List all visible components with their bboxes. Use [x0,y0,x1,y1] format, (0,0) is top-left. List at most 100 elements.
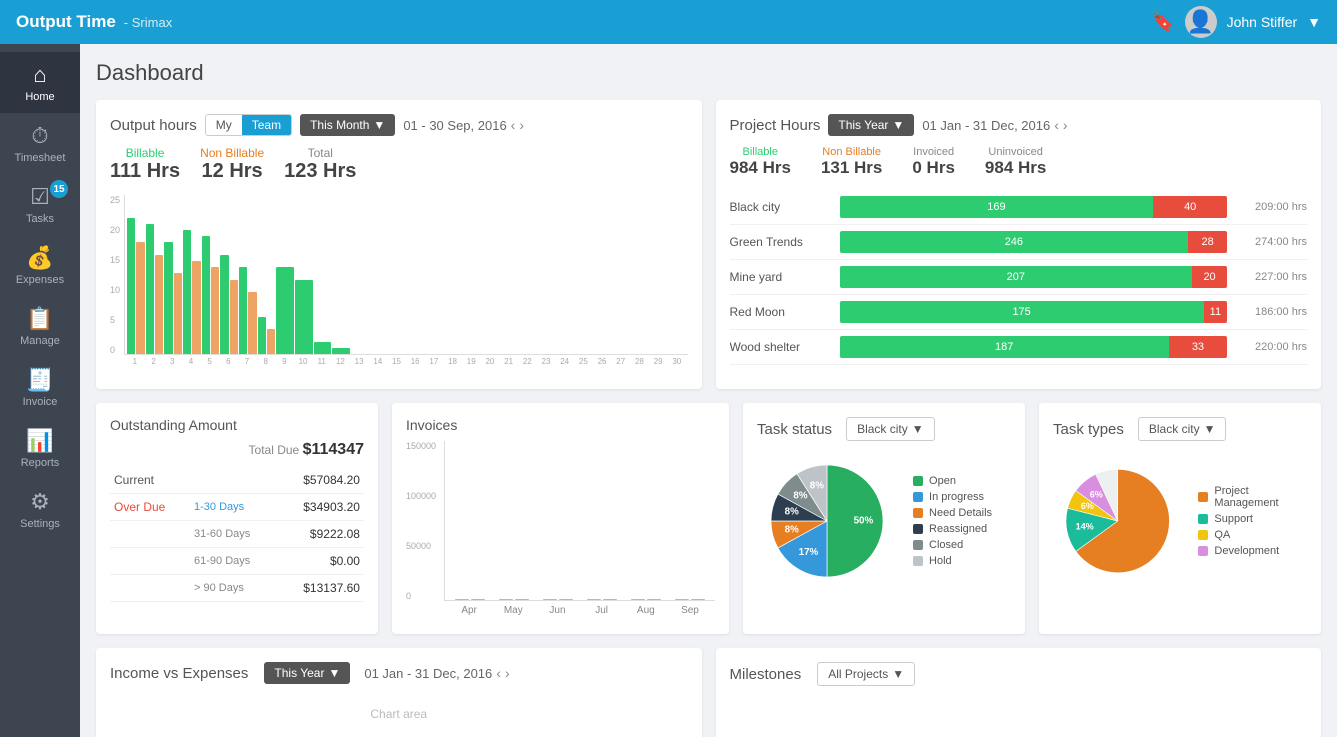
output-hours-card: Output hours My Team This Month ▼ 01 - 3… [96,100,702,389]
paid-bar [587,599,601,600]
timesheet-icon: ⏱ [31,123,48,149]
bookmark-icon[interactable]: 🔖 [1152,12,1174,33]
unpaid-bar [471,599,485,600]
unpaid-bar [515,599,529,600]
legend-label: Reassigned [929,523,987,535]
legend-item: Hold [913,555,992,567]
billable-bar: 207 [840,266,1193,288]
legend-label: Need Details [929,507,992,519]
prev-arrow[interactable]: ‹ [496,665,501,681]
project-period-dropdown[interactable]: This Year ▼ [828,114,914,136]
task-types-dropdown[interactable]: Black city ▼ [1138,417,1227,441]
project-hours-row: Black city 169 40 209:00 hrs [730,190,1308,225]
topbar-left: Output Time - Srimax [16,12,172,32]
project-hours: 186:00 hrs [1237,306,1307,318]
project-hours-row: Red Moon 175 11 186:00 hrs [730,295,1308,330]
ph-invoiced-label: Invoiced [912,146,955,158]
legend-color [1198,514,1208,524]
legend-item: Development [1198,545,1307,557]
legend-item: Open [913,475,992,487]
row-label [110,548,190,575]
legend-color [913,508,923,518]
outstanding-title: Outstanding Amount [110,417,364,433]
legend-label: Open [929,475,956,487]
income-period-dropdown[interactable]: This Year ▼ [264,662,350,684]
legend-label: Closed [929,539,963,551]
amount-value: $13137.60 [277,575,364,602]
days-label: 31-60 Days [190,521,277,548]
project-hours-list: Black city 169 40 209:00 hrs Green Trend… [730,190,1308,365]
sidebar-item-invoice[interactable]: 🧾 Invoice [0,357,80,418]
invoices-title: Invoices [406,417,715,433]
legend-color [913,492,923,502]
task-status-card: Task status Black city ▼ 50%17%8%8%8%8% … [743,403,1025,634]
pie-label: 8% [793,491,807,502]
project-name: Mine yard [730,270,830,284]
period-dropdown[interactable]: This Month ▼ [300,114,395,136]
project-bar: 207 20 [840,266,1228,288]
chevron-down-icon: ▼ [912,422,924,436]
page-title: Dashboard [96,60,1321,86]
project-name: Red Moon [730,305,830,319]
task-status-title: Task status [757,421,832,438]
sidebar-item-reports[interactable]: 📊 Reports [0,418,80,479]
billable-metric: Billable 111 Hrs [110,146,180,183]
chevron-down-icon: ▼ [892,667,904,681]
milestones-dropdown[interactable]: All Projects ▼ [817,662,915,686]
project-bar: 175 11 [840,301,1228,323]
prev-period-arrow[interactable]: ‹ [1054,117,1059,133]
days-label: 1-30 Days [190,494,277,521]
user-dropdown-icon[interactable]: ▼ [1307,14,1321,30]
outstanding-table: Current $57084.20 Over Due 1-30 Days $34… [110,467,364,602]
output-hours-header: Output hours My Team This Month ▼ 01 - 3… [110,114,688,136]
sidebar-item-expenses[interactable]: 💰 Expenses [0,235,80,296]
sidebar-item-label: Manage [20,335,60,347]
project-hours: 220:00 hrs [1237,341,1307,353]
legend-label: In progress [929,491,984,503]
app-name: Output Time [16,12,116,32]
legend-label: Project Management [1214,485,1307,509]
sidebar-item-timesheet[interactable]: ⏱ Timesheet [0,113,80,174]
settings-icon: ⚙ [30,489,50,515]
tasks-badge: 15 [50,180,68,198]
paid-bar [499,599,513,600]
legend-color [1198,546,1208,556]
username: John Stiffer [1227,14,1298,30]
sidebar-item-manage[interactable]: 📋 Manage [0,296,80,357]
task-status-dropdown[interactable]: Black city ▼ [846,417,935,441]
legend-item: In progress [913,491,992,503]
team-toggle[interactable]: Team [242,115,291,135]
outstanding-row: 61-90 Days $0.00 [110,548,364,575]
sidebar-item-settings[interactable]: ⚙ Settings [0,479,80,540]
pie-label: 8% [810,481,824,492]
topbar-right: 🔖 👤 John Stiffer ▼ [1152,6,1321,38]
my-toggle[interactable]: My [206,115,242,135]
sidebar-item-home[interactable]: ⌂ Home [0,52,80,113]
home-icon: ⌂ [33,62,46,88]
my-team-toggle[interactable]: My Team [205,114,292,136]
amount-value: $9222.08 [277,521,364,548]
next-period-arrow[interactable]: › [519,117,524,133]
pie-label: 8% [785,525,799,536]
days-label: > 90 Days [190,575,277,602]
ph-uninvoiced-value: 984 Hrs [985,158,1046,178]
legend-color [1198,492,1208,502]
pie-label: 6% [1090,489,1103,499]
income-expenses-card: Income vs Expenses This Year ▼ 01 Jan - … [96,648,702,737]
next-period-arrow[interactable]: › [1063,117,1068,133]
sidebar-item-label: Timesheet [15,152,66,164]
milestones-header: Milestones All Projects ▼ [730,662,1308,686]
nonbillable-bar: 28 [1188,231,1227,253]
billable-bar: 187 [840,336,1169,358]
prev-period-arrow[interactable]: ‹ [511,117,516,133]
project-hours-row: Mine yard 207 20 227:00 hrs [730,260,1308,295]
legend-color [913,556,923,566]
pie-label: 8% [785,507,799,518]
next-arrow[interactable]: › [505,665,510,681]
legend-item: Need Details [913,507,992,519]
output-bar-chart: 25 20 15 10 5 0 123456789101112131415161… [110,195,688,375]
legend-color [913,476,923,486]
sidebar-item-tasks[interactable]: 15 ☑ Tasks [0,174,80,235]
row-label [110,575,190,602]
ph-uninvoiced-metric: Uninvoiced 984 Hrs [985,146,1046,178]
